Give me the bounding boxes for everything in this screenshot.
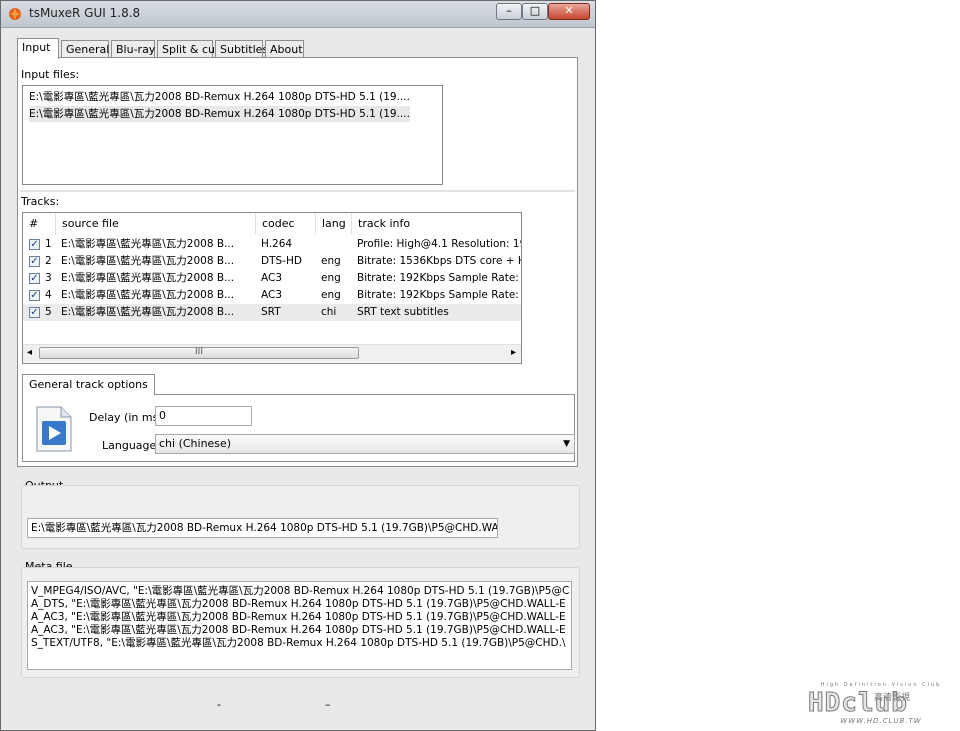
track-1-checkbox[interactable]: ✓ <box>29 239 40 250</box>
tab-general[interactable]: General <box>61 40 109 58</box>
track-5-info: SRT text subtitles <box>357 306 449 318</box>
track-5-codec: SRT <box>261 306 281 318</box>
track-2-codec: DTS-HD <box>261 255 302 267</box>
track-1-num: 1 <box>45 238 52 250</box>
tab-about[interactable]: About <box>265 40 304 58</box>
meta-line: A_AC3, "E:\電影專區\藍光專區\瓦力2008 BD-Remux H.2… <box>31 611 566 623</box>
app-window: tsMuxeR GUI 1.8.8 – □ ✕ Input General Bl… <box>0 0 596 731</box>
column-header-source[interactable]: source file <box>56 213 256 235</box>
language-select-value: chi (Chinese) <box>159 437 232 450</box>
meta-line: A_DTS, "E:\電影專區\藍光專區\瓦力2008 BD-Remux H.2… <box>31 598 566 610</box>
input-file-item[interactable]: E:\電影專區\藍光專區\瓦力2008 BD-Remux H.264 1080p… <box>29 89 410 105</box>
track-options-panel: Delay (in ms): 0 Language: chi (Chinese)… <box>22 394 575 462</box>
column-header-lang[interactable]: lang <box>316 213 352 235</box>
watermark-url: WWW.HD.CLUB.TW <box>840 717 922 725</box>
track-2-source: E:\電影專區\藍光專區\瓦力2008 B... <box>61 255 235 267</box>
chevron-down-icon[interactable]: ▼ <box>563 435 570 453</box>
output-path-input[interactable]: E:\電影專區\藍光專區\瓦力2008 BD-Remux H.264 1080p… <box>27 518 498 538</box>
close-button[interactable]: ✕ <box>548 3 590 20</box>
output-group <box>21 485 580 549</box>
track-3-num: 3 <box>45 272 52 284</box>
tracks-label: Tracks: <box>21 195 60 208</box>
track-1-info: Profile: High@4.1 Resolution: 192 <box>357 238 521 250</box>
track-4-checkbox[interactable]: ✓ <box>29 290 40 301</box>
tab-input[interactable]: Input <box>17 38 59 59</box>
track-4-info: Bitrate: 192Kbps Sample Rate: 48l <box>357 289 521 301</box>
divider <box>20 190 575 192</box>
meta-line: A_AC3, "E:\電影專區\藍光專區\瓦力2008 BD-Remux H.2… <box>31 624 566 636</box>
track-5-source: E:\電影專區\藍光專區\瓦力2008 B... <box>61 306 235 318</box>
track-5-checkbox[interactable]: ✓ <box>29 307 40 318</box>
language-label: Language: <box>102 439 160 452</box>
input-files-label: Input files: <box>21 68 80 81</box>
track-2-num: 2 <box>45 255 52 267</box>
delay-input[interactable]: 0 <box>155 406 252 426</box>
track-2-info: Bitrate: 1536Kbps DTS core + HD <box>357 255 521 267</box>
tracks-table[interactable]: # source file codec lang track info ✓ 1 … <box>22 212 522 364</box>
title-bar[interactable]: tsMuxeR GUI 1.8.8 – □ ✕ <box>1 1 595 28</box>
bottom-mark-right: – <box>325 698 331 711</box>
track-4-codec: AC3 <box>261 289 283 301</box>
watermark-chinese: 高清影視 <box>874 693 911 703</box>
track-5-lang: chi <box>321 306 337 318</box>
track-3-lang: eng <box>321 272 341 284</box>
track-3-source: E:\電影專區\藍光專區\瓦力2008 B... <box>61 272 235 284</box>
app-logo-icon <box>8 8 22 20</box>
track-4-source: E:\電影專區\藍光專區\瓦力2008 B... <box>61 289 235 301</box>
track-1-source: E:\電影專區\藍光專區\瓦力2008 B... <box>61 238 235 250</box>
track-1-codec: H.264 <box>261 238 293 250</box>
tab-split-cut[interactable]: Split & cut <box>157 40 219 58</box>
column-header-num[interactable]: # <box>23 213 56 235</box>
scroll-right-arrow-icon[interactable]: ▸ <box>511 347 516 358</box>
track-5-num: 5 <box>45 306 52 318</box>
meta-file-textarea[interactable]: V_MPEG4/ISO/AVC, "E:\電影專區\藍光專區\瓦力2008 BD… <box>27 581 572 670</box>
scrollbar-thumb[interactable]: III <box>39 347 359 359</box>
input-files-list[interactable]: E:\電影專區\藍光專區\瓦力2008 BD-Remux H.264 1080p… <box>22 85 443 185</box>
track-2-lang: eng <box>321 255 341 267</box>
maximize-button[interactable]: □ <box>522 3 548 20</box>
track-4-lang: eng <box>321 289 341 301</box>
meta-line: V_MPEG4/ISO/AVC, "E:\電影專區\藍光專區\瓦力2008 BD… <box>31 585 570 597</box>
track-4-num: 4 <box>45 289 52 301</box>
language-select[interactable]: chi (Chinese) ▼ <box>155 434 575 454</box>
tab-subtitles[interactable]: Subtitles <box>215 40 268 58</box>
input-file-item-selected[interactable]: E:\電影專區\藍光專區\瓦力2008 BD-Remux H.264 1080p… <box>29 106 410 122</box>
meta-line: S_TEXT/UTF8, "E:\電影專區\藍光專區\瓦力2008 BD-Rem… <box>31 637 566 649</box>
window-title: tsMuxeR GUI 1.8.8 <box>29 6 141 20</box>
tab-general-track-options[interactable]: General track options <box>22 374 155 395</box>
minimize-button[interactable]: – <box>496 3 522 20</box>
track-3-checkbox[interactable]: ✓ <box>29 273 40 284</box>
track-3-codec: AC3 <box>261 272 283 284</box>
scroll-left-arrow-icon[interactable]: ◂ <box>27 347 32 358</box>
column-header-codec[interactable]: codec <box>256 213 316 235</box>
bottom-mark-left: - <box>217 698 221 711</box>
tab-blu-ray[interactable]: Blu-ray <box>111 40 155 58</box>
video-file-icon <box>36 406 72 452</box>
input-tab-panel: Input files: E:\電影專區\藍光專區\瓦力2008 BD-Remu… <box>17 57 578 467</box>
column-header-track-info[interactable]: track info <box>352 213 521 235</box>
horizontal-scrollbar[interactable]: ◂ III ▸ <box>23 344 521 362</box>
track-2-checkbox[interactable]: ✓ <box>29 256 40 267</box>
track-3-info: Bitrate: 192Kbps Sample Rate: 48l <box>357 272 521 284</box>
hdclub-watermark: High Definition Vision Club HDclub 高清影視 … <box>806 682 956 728</box>
